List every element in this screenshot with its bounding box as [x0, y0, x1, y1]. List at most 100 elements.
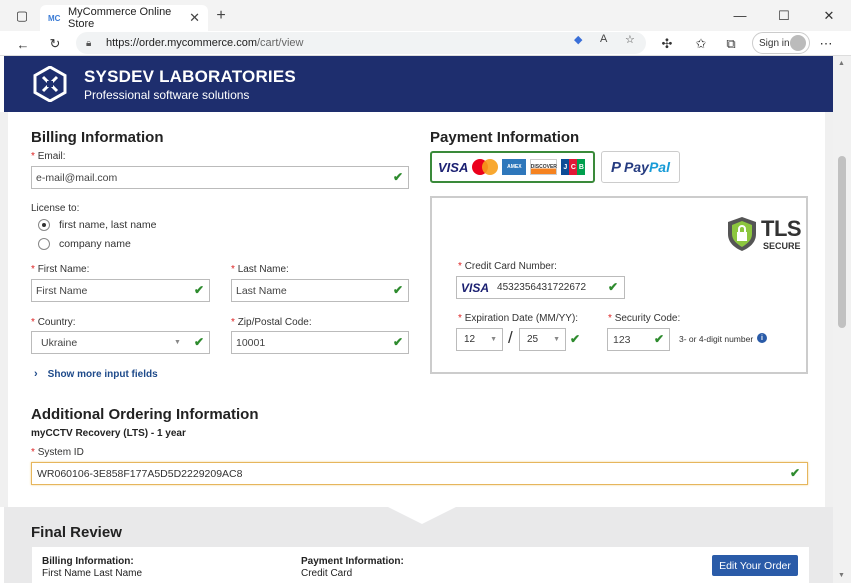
brand-name: SYSDEV LABORATORIES — [84, 67, 296, 86]
amex-logo-icon: AMEX — [502, 159, 527, 175]
tab-title: MyCommerce Online Store — [68, 6, 172, 30]
exp-year-select[interactable]: 25 ▼ — [519, 328, 566, 351]
browser-tabstrip: ▢ MC MyCommerce Online Store ✕ + — ☐ ✕ — [0, 0, 851, 31]
tag-icon[interactable]: ◆ — [574, 33, 582, 46]
email-label: * Email: — [31, 151, 66, 162]
security-code-value: 123 — [613, 333, 631, 346]
last-name-value: Last Name — [236, 284, 287, 297]
billing-title: Billing Information — [31, 129, 164, 146]
paypal-wordmark: PayPal — [624, 159, 670, 175]
new-tab-icon[interactable]: + — [210, 5, 232, 27]
exp-year-value: 25 — [527, 334, 539, 345]
final-review-section: Final Review Billing Information: First … — [4, 507, 833, 583]
discover-logo-icon: DISCOVER — [530, 159, 558, 175]
valid-check-icon: ✔ — [193, 283, 204, 297]
more-menu-icon[interactable]: ⋯ — [815, 33, 837, 55]
review-summary-card: Billing Information: First Name Last Nam… — [32, 547, 809, 583]
zip-field[interactable]: 10001 ✔ — [231, 331, 409, 354]
product-name: myCCTV Recovery (LTS) - 1 year — [31, 428, 186, 439]
sign-in-button[interactable]: Sign in — [752, 32, 810, 54]
favorite-star-icon[interactable]: ☆ — [625, 33, 635, 46]
zip-label: * Zip/Postal Code: — [231, 317, 312, 328]
date-separator: / — [508, 328, 513, 347]
scrollbar-thumb[interactable] — [838, 156, 846, 328]
valid-check-icon: ✔ — [653, 332, 664, 346]
security-code-label: * Security Code: — [608, 313, 681, 324]
read-aloud-icon[interactable]: A — [600, 33, 607, 45]
first-name-value: First Name — [36, 284, 88, 297]
back-icon[interactable]: ← — [12, 33, 34, 55]
page-scrollbar[interactable]: ▲ ▼ — [833, 56, 851, 583]
brand-tagline: Professional software solutions — [84, 88, 250, 102]
browser-toolbar: ← ↻ 🔒︎ https://order.mycommerce.com/cart… — [0, 31, 851, 56]
info-icon[interactable]: i — [757, 333, 767, 343]
store-banner: SYSDEV LABORATORIES Professional softwar… — [4, 56, 833, 112]
cc-number-label: * Credit Card Number: — [458, 261, 557, 272]
valid-check-icon: ✔ — [392, 283, 403, 297]
valid-check-icon: ✔ — [570, 332, 581, 346]
tls-label: TLS — [761, 216, 802, 241]
section-notch — [388, 507, 456, 524]
pay-with-cards-button[interactable]: VISA AMEX DISCOVER JCB — [430, 151, 595, 183]
final-review-title: Final Review — [31, 524, 122, 541]
close-window-icon[interactable]: ✕ — [807, 0, 851, 31]
payment-title: Payment Information — [430, 129, 580, 146]
right-page-edge — [825, 112, 833, 507]
avatar-icon — [790, 35, 806, 51]
maximize-icon[interactable]: ☐ — [762, 0, 806, 31]
favicon-icon: MC — [48, 13, 61, 23]
tab-actions-icon[interactable]: ▢ — [0, 0, 44, 31]
paypal-logo-icon: P — [611, 158, 622, 176]
sign-in-label: Sign in — [759, 37, 790, 49]
system-id-field[interactable]: WR060106-3E858F177A5D5D2229209AC8 ✔ — [31, 462, 808, 485]
valid-check-icon: ✔ — [392, 170, 403, 184]
country-label: * Country: — [31, 317, 76, 328]
valid-check-icon: ✔ — [607, 280, 618, 294]
extensions-icon[interactable]: ✣ — [656, 33, 678, 55]
left-page-edge — [0, 112, 8, 507]
edit-order-button[interactable]: Edit Your Order — [712, 555, 798, 576]
review-billing-header: Billing Information: — [42, 556, 134, 567]
license-label: License to: — [31, 203, 80, 214]
dropdown-caret-icon: ▼ — [553, 336, 560, 343]
first-name-label: * First Name: — [31, 264, 90, 275]
pay-with-paypal-button[interactable]: P PayPal — [601, 151, 680, 183]
email-field[interactable]: e-mail@mail.com ✔ — [31, 166, 409, 189]
valid-check-icon: ✔ — [392, 335, 403, 349]
scroll-up-icon[interactable]: ▲ — [838, 60, 845, 67]
country-select[interactable]: Ukraine ▼ ✔ — [31, 331, 210, 354]
security-code-field[interactable]: 123 ✔ — [607, 328, 670, 351]
scroll-down-icon[interactable]: ▼ — [838, 572, 845, 579]
sysdev-logo-icon — [33, 66, 67, 102]
license-option-name[interactable]: first name, last name — [38, 219, 156, 231]
first-name-field[interactable]: First Name ✔ — [31, 279, 210, 302]
zip-value: 10001 — [236, 336, 266, 349]
license-option-company[interactable]: company name — [38, 238, 131, 250]
cc-number-field[interactable]: VISA 4532356431722672 ✔ — [456, 276, 625, 299]
url-path: /cart/view — [257, 37, 304, 49]
last-name-field[interactable]: Last Name ✔ — [231, 279, 409, 302]
page-viewport: SYSDEV LABORATORIES Professional softwar… — [0, 56, 833, 583]
valid-check-icon: ✔ — [789, 466, 800, 480]
browser-tab[interactable]: MC MyCommerce Online Store ✕ — [40, 5, 208, 31]
refresh-icon[interactable]: ↻ — [44, 33, 66, 55]
secure-label: SECURE — [763, 241, 801, 251]
system-id-label: * System ID — [31, 447, 84, 458]
review-payment-value: Credit Card — [301, 568, 353, 579]
address-bar[interactable]: 🔒︎ https://order.mycommerce.com/cart/vie… — [76, 32, 646, 54]
tls-secure-badge: TLS SECURE — [727, 216, 802, 256]
review-payment-header: Payment Information: — [301, 556, 404, 567]
collections-icon[interactable]: ⧉ — [720, 33, 742, 55]
shield-lock-icon — [728, 217, 756, 251]
last-name-label: * Last Name: — [231, 264, 289, 275]
exp-month-select[interactable]: 12 ▼ — [456, 328, 503, 351]
close-tab-icon[interactable]: ✕ — [189, 10, 200, 26]
show-more-fields-link[interactable]: › Show more input fields — [34, 368, 158, 380]
expiration-label: * Expiration Date (MM/YY): — [458, 313, 579, 324]
url-host: https://order.mycommerce.com — [106, 37, 257, 49]
visa-logo-icon: VISA — [438, 159, 469, 175]
system-id-value: WR060106-3E858F177A5D5D2229209AC8 — [37, 467, 243, 480]
favorites-icon[interactable]: ✩ — [690, 33, 712, 55]
minimize-icon[interactable]: — — [718, 0, 762, 31]
additional-info-title: Additional Ordering Information — [31, 406, 259, 423]
